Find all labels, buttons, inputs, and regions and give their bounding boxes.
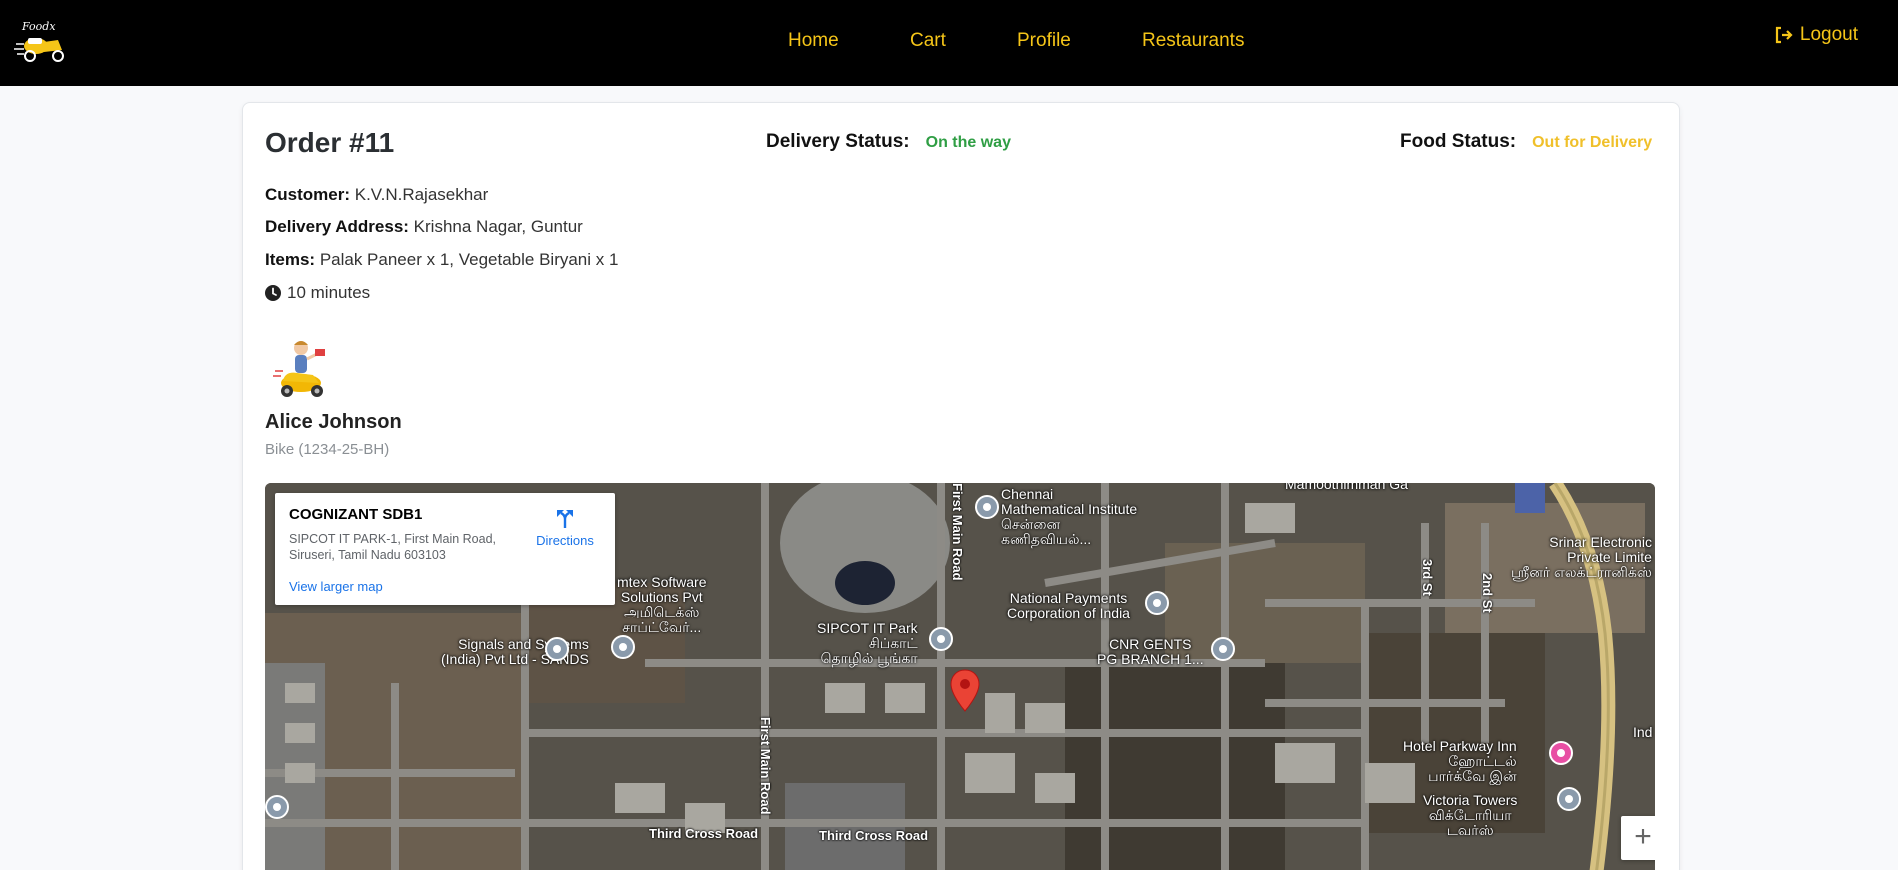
rider-avatar [271, 337, 335, 399]
delivery-status-label: Delivery Status: [766, 131, 910, 152]
rider-vehicle: Bike (1234-25-BH) [265, 441, 390, 458]
delivery-status: Delivery Status: On the way [766, 131, 1011, 153]
food-status: Food Status: Out for Delivery [1400, 131, 1652, 153]
map-place-title: COGNIZANT SDB1 [289, 506, 423, 523]
nav-home-link[interactable]: Home [788, 30, 839, 52]
poi-marker-sipcot[interactable] [929, 627, 953, 651]
logout-label: Logout [1799, 24, 1858, 45]
directions-label: Directions [536, 533, 594, 548]
nav-restaurants-link[interactable]: Restaurants [1142, 30, 1244, 52]
map-label-parkway-inn: Hotel Parkway Inn ஹோட்டல் பார்க்வே இன் [1403, 738, 1517, 784]
map-label-victoria-towers: Victoria Towers விக்டோரியா டவர்ஸ் [1423, 792, 1518, 838]
customer-value: K.V.N.Rajasekhar [354, 185, 489, 204]
map-label-cmi: Chennai Mathematical Institute சென்னை கணிதவ… [1001, 486, 1138, 547]
map-place-address: SIPCOT IT PARK-1, First Main Road, Sirus… [289, 532, 497, 562]
zoom-in-button[interactable]: + [1621, 816, 1655, 860]
road-label-3rd-st: 3rd St [1420, 559, 1435, 596]
map-info-window: COGNIZANT SDB1 SIPCOT IT PARK-1, First M… [275, 493, 615, 605]
poi-marker-parkway-inn[interactable] [1549, 741, 1573, 765]
poi-marker-victoria[interactable] [1557, 787, 1581, 811]
food-status-value: Out for Delivery [1532, 134, 1653, 151]
poi-marker-left-edge[interactable] [265, 795, 289, 819]
poi-marker-npci[interactable] [1145, 591, 1169, 615]
nav-cart-link[interactable]: Cart [910, 30, 946, 52]
customer-label: Customer: [265, 185, 351, 204]
map-label-amtex: mtex Software Solutions Pvt அமிடெக்ஸ் சாப்ட… [617, 574, 707, 635]
poi-marker-signals[interactable] [545, 637, 569, 661]
map-label-ind: Ind [1633, 724, 1653, 740]
navbar: Foodx Home Cart Profile Restaurants Logo… [0, 0, 1898, 86]
view-larger-map-link[interactable]: View larger map [289, 579, 383, 594]
nav-links: Home Cart Profile Restaurants [0, 30, 1898, 58]
road-label-first-main-2: First Main Road [758, 717, 773, 815]
clock-icon [265, 285, 281, 301]
poi-marker-cnr[interactable] [1211, 637, 1235, 661]
eta-value: 10 minutes [287, 283, 371, 302]
road-label-2nd-st: 2nd St [1480, 573, 1495, 613]
rider-name: Alice Johnson [265, 411, 402, 433]
eta-line: 10 minutes [265, 283, 370, 303]
map-label-sipcot: SIPCOT IT Park சிப்காட் தொழில் பூங்கா [817, 620, 918, 666]
location-pin-icon[interactable] [949, 669, 981, 713]
map-label-mamoothimman: Mamoothimman Ga [1285, 483, 1408, 492]
road-label-third-cross-1: Third Cross Road [649, 826, 759, 841]
map-label-npci: National Payments Corporation of India [1007, 590, 1130, 621]
customer-line: Customer: K.V.N.Rajasekhar [265, 185, 488, 205]
directions-button[interactable]: Directions [533, 507, 597, 548]
delivery-status-value: On the way [925, 134, 1011, 151]
logout-icon [1775, 26, 1793, 44]
road-label-third-cross-2: Third Cross Road [819, 828, 929, 843]
logout-button[interactable]: Logout [1774, 24, 1858, 46]
food-status-label: Food Status: [1400, 131, 1517, 152]
poi-marker-amtex[interactable] [611, 635, 635, 659]
map-label-cnr-gents: CNR GENTS PG BRANCH 1... [1097, 636, 1204, 667]
address-line: Delivery Address: Krishna Nagar, Guntur [265, 217, 583, 237]
poi-marker-cmi[interactable] [975, 495, 999, 519]
address-value: Krishna Nagar, Guntur [413, 217, 583, 236]
address-label: Delivery Address: [265, 217, 409, 236]
directions-icon [557, 510, 573, 528]
nav-profile-link[interactable]: Profile [1017, 30, 1071, 52]
items-line: Items: Palak Paneer x 1, Vegetable Birya… [265, 250, 618, 270]
delivery-map[interactable]: Chennai Mathematical Institute சென்னை கணிதவ… [265, 483, 1655, 870]
items-value: Palak Paneer x 1, Vegetable Biryani x 1 [319, 250, 619, 269]
order-card: Order #11 Delivery Status: On the way Fo… [242, 102, 1680, 870]
items-label: Items: [265, 250, 316, 269]
road-label-first-main-1: First Main Road [950, 483, 965, 581]
order-title: Order #11 [265, 127, 395, 158]
map-label-srinar: Srinar Electronic Private Limite ஸ்ரீனர் எ… [1511, 534, 1652, 580]
